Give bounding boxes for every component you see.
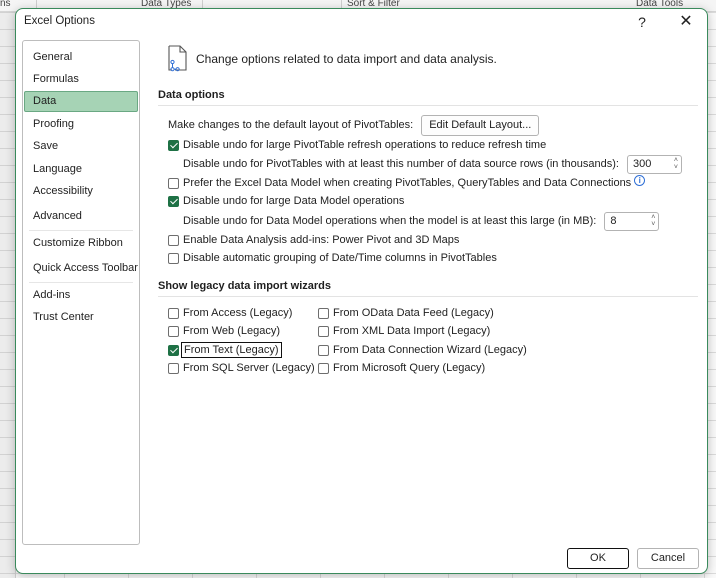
model-size-threshold-value[interactable]: 8 (610, 215, 616, 227)
legacy-web-label[interactable]: From Web (Legacy) (183, 325, 280, 337)
sidebar-item-add-ins[interactable]: Add-ins (24, 285, 138, 306)
spinner-arrows-icon[interactable]: ˄ ˅ (674, 157, 678, 171)
row-headers-background (0, 12, 16, 578)
legacy-text-checkbox[interactable] (168, 344, 179, 356)
sidebar-item-general[interactable]: General (24, 47, 138, 68)
legacy-xml-checkbox[interactable] (318, 325, 329, 337)
model-size-threshold-spinner[interactable]: 8 ˄ ˅ (604, 211, 660, 231)
disable-undo-pivot-checkbox[interactable] (168, 139, 179, 151)
data-document-icon (168, 45, 187, 72)
pivot-rows-threshold-spinner[interactable]: 300 ˄ ˅ (626, 154, 682, 174)
legacy-odata-label[interactable]: From OData Data Feed (Legacy) (333, 307, 494, 319)
prefer-data-model-checkbox[interactable] (168, 177, 179, 189)
enable-addins-label[interactable]: Enable Data Analysis add-ins: Power Pivo… (183, 234, 459, 246)
close-button[interactable]: ✕ (676, 12, 696, 32)
sidebar-item-proofing[interactable]: Proofing (24, 114, 138, 135)
sidebar-item-trust-center[interactable]: Trust Center (24, 307, 138, 328)
data-options-panel: Change options related to data import an… (156, 39, 701, 539)
section-divider (158, 105, 698, 106)
legacy-sql-label[interactable]: From SQL Server (Legacy) (183, 362, 315, 374)
disable-grouping-checkbox[interactable] (168, 252, 179, 264)
sidebar-item-quick-access-toolbar[interactable]: Quick Access Toolbar (24, 258, 138, 279)
disable-grouping-row[interactable]: Disable automatic grouping of Date/Time … (168, 249, 497, 267)
legacy-connection-wizard-label[interactable]: From Data Connection Wizard (Legacy) (333, 344, 527, 356)
pivot-rows-threshold-value[interactable]: 300 (633, 158, 651, 170)
enable-addins-checkbox[interactable] (168, 234, 179, 246)
excel-options-dialog: Excel Options ? ✕ General Formulas Data … (15, 8, 708, 574)
legacy-msquery-checkbox[interactable] (318, 362, 329, 374)
spinner-arrows-icon[interactable]: ˄ ˅ (651, 214, 655, 228)
legacy-text-row[interactable]: From Text (Legacy) (168, 341, 282, 359)
legacy-text-label[interactable]: From Text (Legacy) (181, 342, 282, 358)
legacy-web-checkbox[interactable] (168, 325, 179, 337)
legacy-connection-wizard-checkbox[interactable] (318, 344, 329, 356)
legacy-connection-wizard-row[interactable]: From Data Connection Wizard (Legacy) (318, 341, 527, 359)
pivot-layout-row: Make changes to the default layout of Pi… (168, 114, 540, 136)
intro-text: Change options related to data import an… (196, 52, 497, 66)
pivot-rows-threshold-row: Disable undo for PivotTables with at lea… (183, 154, 682, 174)
sidebar-divider (29, 282, 133, 283)
disable-undo-model-row[interactable]: Disable undo for large Data Model operat… (168, 192, 404, 210)
legacy-web-row[interactable]: From Web (Legacy) (168, 322, 280, 340)
dialog-title: Excel Options (24, 15, 95, 27)
disable-undo-pivot-label[interactable]: Disable undo for large PivotTable refres… (183, 139, 546, 151)
enable-addins-row[interactable]: Enable Data Analysis add-ins: Power Pivo… (168, 231, 459, 249)
prefer-data-model-label[interactable]: Prefer the Excel Data Model when creatin… (183, 177, 631, 189)
legacy-access-checkbox[interactable] (168, 307, 179, 319)
sidebar-item-language[interactable]: Language (24, 159, 138, 180)
pivot-layout-label: Make changes to the default layout of Pi… (168, 119, 414, 131)
ribbon-group-label: ns (0, 0, 11, 9)
close-icon: ✕ (679, 13, 693, 30)
model-size-threshold-row: Disable undo for Data Model operations w… (183, 211, 660, 231)
options-sidebar: General Formulas Data Proofing Save Lang… (22, 40, 140, 545)
sidebar-item-accessibility[interactable]: Accessibility (24, 181, 138, 202)
disable-undo-pivot-row[interactable]: Disable undo for large PivotTable refres… (168, 136, 546, 154)
legacy-msquery-row[interactable]: From Microsoft Query (Legacy) (318, 359, 485, 377)
prefer-data-model-row[interactable]: Prefer the Excel Data Model when creatin… (168, 174, 646, 192)
pivot-rows-threshold-label: Disable undo for PivotTables with at lea… (183, 158, 619, 170)
disable-undo-model-checkbox[interactable] (168, 195, 179, 207)
legacy-xml-label[interactable]: From XML Data Import (Legacy) (333, 325, 490, 337)
sidebar-item-advanced[interactable]: Advanced (24, 206, 138, 227)
legacy-msquery-label[interactable]: From Microsoft Query (Legacy) (333, 362, 485, 374)
legacy-access-label[interactable]: From Access (Legacy) (183, 307, 292, 319)
model-size-threshold-label: Disable undo for Data Model operations w… (183, 215, 597, 227)
section-title-legacy-wizards: Show legacy data import wizards (158, 280, 331, 292)
sidebar-item-data[interactable]: Data (24, 91, 138, 112)
legacy-access-row[interactable]: From Access (Legacy) (168, 304, 292, 322)
disable-grouping-label[interactable]: Disable automatic grouping of Date/Time … (183, 252, 497, 264)
legacy-sql-checkbox[interactable] (168, 362, 179, 374)
cancel-button[interactable]: Cancel (637, 548, 699, 569)
section-divider (158, 296, 698, 297)
section-title-data-options: Data options (158, 89, 225, 101)
disable-undo-model-label[interactable]: Disable undo for large Data Model operat… (183, 195, 404, 207)
sidebar-item-customize-ribbon[interactable]: Customize Ribbon (24, 233, 138, 254)
legacy-odata-row[interactable]: From OData Data Feed (Legacy) (318, 304, 494, 322)
legacy-odata-checkbox[interactable] (318, 307, 329, 319)
sidebar-divider (29, 230, 133, 231)
legacy-xml-row[interactable]: From XML Data Import (Legacy) (318, 322, 490, 340)
edit-default-layout-button[interactable]: Edit Default Layout... (421, 114, 540, 136)
sidebar-item-save[interactable]: Save (24, 136, 138, 157)
info-icon[interactable]: i (634, 174, 646, 186)
legacy-sql-row[interactable]: From SQL Server (Legacy) (168, 359, 315, 377)
sidebar-item-formulas[interactable]: Formulas (24, 69, 138, 90)
help-button[interactable]: ? (633, 13, 651, 31)
ok-button[interactable]: OK (567, 548, 629, 569)
